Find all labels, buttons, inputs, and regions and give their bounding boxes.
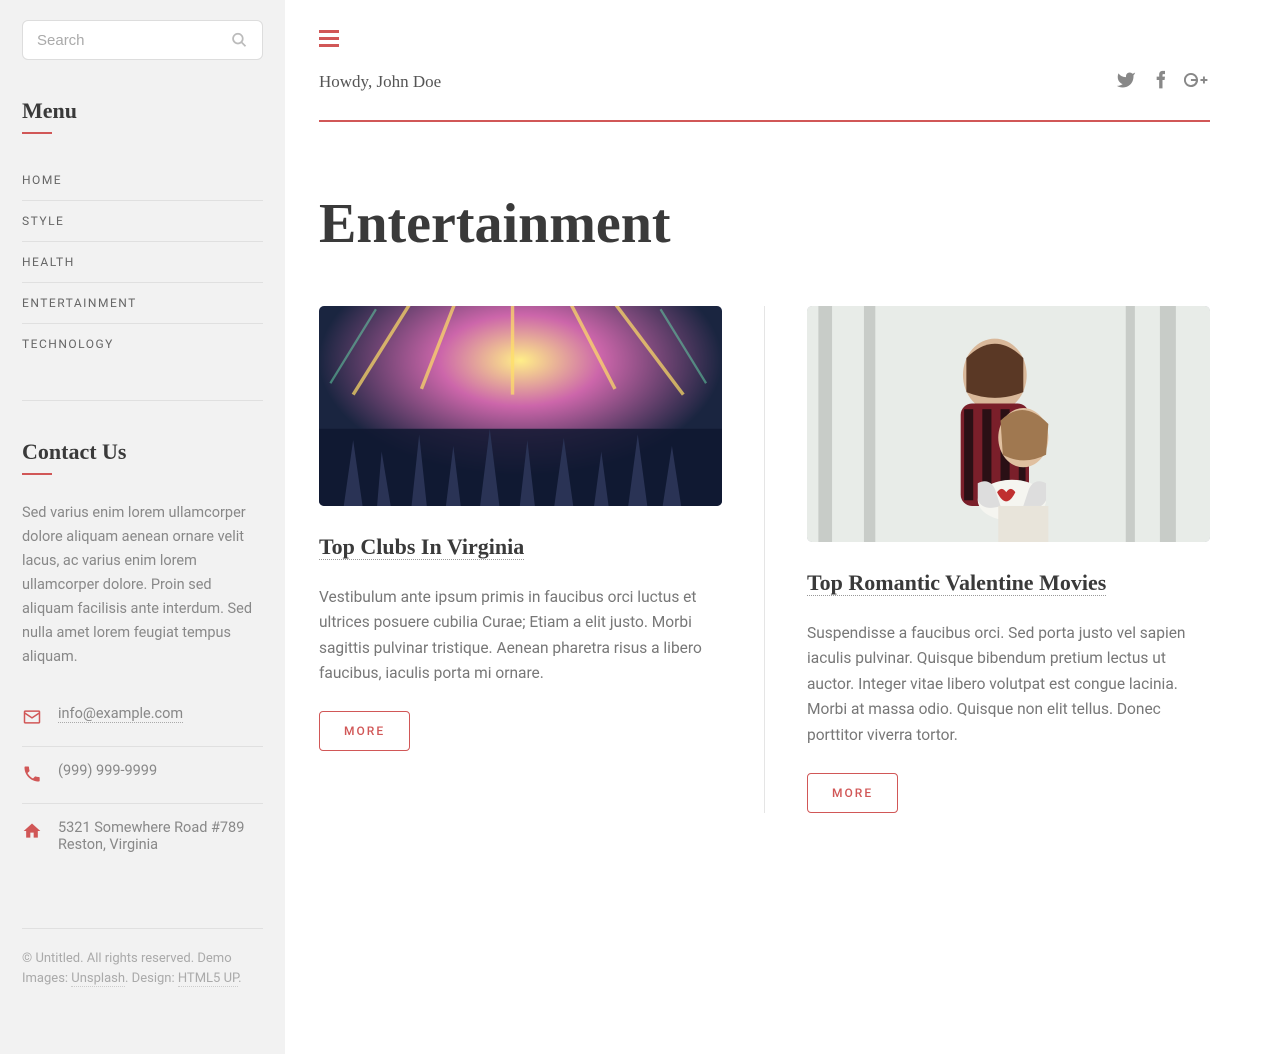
menu-item-style[interactable]: STYLE [22, 201, 263, 241]
contact-address: 5321 Somewhere Road #789 Reston, Virgini… [58, 819, 263, 853]
search-input[interactable] [37, 32, 231, 49]
contact-email-link[interactable]: info@example.com [58, 705, 183, 723]
contact-heading: Contact Us [22, 439, 263, 465]
post-title-link[interactable]: Top Romantic Valentine Movies [807, 570, 1106, 596]
menu-item-technology[interactable]: TECHNOLOGY [22, 324, 263, 364]
page-title: Entertainment [319, 192, 1210, 256]
twitter-icon[interactable] [1116, 70, 1136, 94]
post-excerpt: Vestibulum ante ipsum primis in faucibus… [319, 585, 722, 687]
post-title-link[interactable]: Top Clubs In Virginia [319, 534, 524, 560]
hamburger-icon[interactable] [319, 30, 1210, 52]
topbar: Howdy, John Doe [319, 70, 1210, 122]
greeting-text: Howdy, John Doe [319, 72, 441, 92]
post-image[interactable] [807, 306, 1210, 542]
footer-text: . [238, 971, 241, 986]
sidebar: Menu HOME STYLE HEALTH ENTERTAINMENT TEC… [0, 0, 285, 1054]
google-plus-icon[interactable] [1184, 70, 1210, 94]
home-icon [22, 821, 42, 845]
menu-list: HOME STYLE HEALTH ENTERTAINMENT TECHNOLO… [22, 160, 263, 364]
footer-link-unsplash[interactable]: Unsplash [71, 971, 125, 987]
menu-item-health[interactable]: HEALTH [22, 242, 263, 282]
menu-item-home[interactable]: HOME [22, 160, 263, 200]
heading-underline [22, 473, 52, 475]
more-button[interactable]: MORE [807, 773, 898, 813]
footer-link-html5up[interactable]: HTML5 UP [178, 971, 238, 987]
more-button[interactable]: MORE [319, 711, 410, 751]
envelope-icon [22, 707, 42, 731]
social-links [1116, 70, 1210, 94]
main-content: Howdy, John Doe Entertainment [285, 0, 1280, 1054]
menu-heading: Menu [22, 98, 263, 124]
facebook-icon[interactable] [1154, 70, 1166, 94]
search-box [22, 20, 263, 60]
menu-item-entertainment[interactable]: ENTERTAINMENT [22, 283, 263, 323]
post-card: Top Clubs In Virginia Vestibulum ante ip… [319, 306, 764, 813]
contact-phone: (999) 999-9999 [58, 762, 157, 779]
posts-grid: Top Clubs In Virginia Vestibulum ante ip… [319, 306, 1210, 813]
heading-underline [22, 132, 52, 134]
search-icon[interactable] [231, 31, 248, 49]
divider [22, 400, 263, 401]
footer-text: . Design: [125, 971, 178, 986]
phone-icon [22, 764, 42, 788]
sidebar-footer: © Untitled. All rights reserved. Demo Im… [22, 928, 263, 988]
post-image[interactable] [319, 306, 722, 506]
contact-list: info@example.com (999) 999-9999 5321 Som… [22, 690, 263, 868]
post-excerpt: Suspendisse a faucibus orci. Sed porta j… [807, 621, 1210, 749]
contact-text: Sed varius enim lorem ullamcorper dolore… [22, 501, 263, 668]
post-card: Top Romantic Valentine Movies Suspendiss… [764, 306, 1210, 813]
